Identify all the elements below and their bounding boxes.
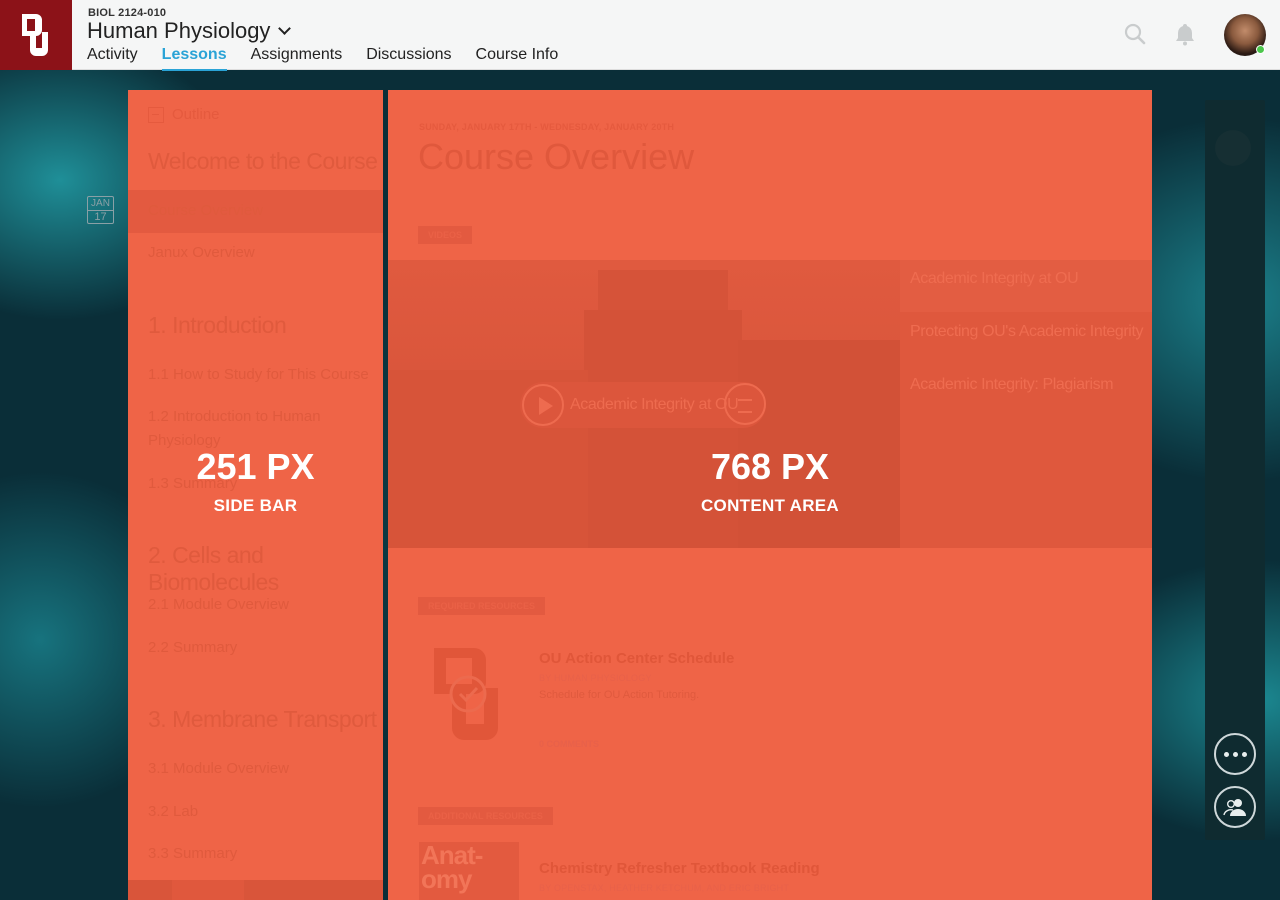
tab-activity[interactable]: Activity: [87, 45, 138, 71]
search-icon[interactable]: [1123, 22, 1147, 46]
rail-placeholder: [1215, 130, 1251, 166]
content-caption: CONTENT AREA: [700, 496, 840, 515]
sidebar-section-title: 1. Introduction: [148, 312, 287, 338]
date-day: 17: [94, 211, 107, 223]
sidebar-section-title: 3. Membrane Transport: [148, 706, 377, 732]
content-area: SUNDAY, JANUARY 17TH - WEDNESDAY, JANUAR…: [388, 90, 1152, 900]
sidebar-item-module-overview[interactable]: 3.1 Module Overview: [148, 757, 373, 781]
sidebar-item-course-overview[interactable]: Course Overview: [148, 199, 373, 223]
chevron-down-icon: [278, 21, 292, 35]
content-width-label: 768 PX: [710, 446, 830, 487]
sidebar-item-how-to-study[interactable]: 1.1 How to Study for This Course: [148, 363, 373, 387]
required-resources-tag: REQUIRED RESOURCES: [418, 597, 546, 615]
tab-lessons[interactable]: Lessons: [161, 45, 227, 71]
course-switcher[interactable]: Human Physiology: [87, 18, 292, 44]
top-header: BIOL 2124-010 Human Physiology Activity …: [0, 0, 1280, 71]
sidebar: Outline Welcome to the Course Course Ove…: [128, 90, 383, 900]
course-title: Human Physiology: [87, 18, 271, 43]
ou-resource-logo-icon: [434, 648, 498, 740]
playlist-item[interactable]: Academic Integrity: Plagiarism: [910, 376, 1114, 394]
ou-logo[interactable]: [0, 0, 72, 70]
more-icon[interactable]: [1214, 733, 1256, 775]
lesson-dates: SUNDAY, JANUARY 17TH - WEDNESDAY, JANUAR…: [419, 122, 675, 132]
resource-title-link[interactable]: Chemistry Refresher Textbook Reading: [539, 860, 820, 877]
resource-author: BY OPENSTAX, HEATHER KETCHUM, AND ERIC B…: [539, 883, 790, 893]
online-status-dot: [1256, 45, 1265, 54]
video-title: Academic Integrity at OU: [570, 396, 739, 413]
sidebar-item-summary[interactable]: 2.2 Summary: [148, 636, 373, 660]
comments-link[interactable]: 0 COMMENTS: [539, 739, 599, 749]
tab-course-info[interactable]: Course Info: [476, 45, 559, 71]
date-month: JAN: [88, 198, 113, 211]
sidebar-item-module-overview[interactable]: 2.1 Module Overview: [148, 593, 373, 617]
bell-icon[interactable]: [1173, 22, 1197, 46]
right-rail: [1205, 100, 1265, 840]
sidebar-section-title: 2. Cells and Biomolecules: [148, 542, 279, 595]
resource-title-link[interactable]: OU Action Center Schedule: [539, 650, 734, 667]
sidebar-item-lab[interactable]: 3.2 Lab: [148, 800, 373, 824]
ou-logo-icon: [22, 14, 48, 56]
sidebar-footer: [128, 880, 383, 900]
additional-resources-tag: ADDITIONAL RESOURCES: [418, 807, 553, 825]
people-glyph: [1223, 799, 1246, 816]
main-nav: Activity Lessons Assignments Discussions…: [87, 45, 582, 71]
calendar-icon: JAN 17: [87, 196, 114, 224]
tab-assignments[interactable]: Assignments: [251, 45, 343, 71]
resource-description: Schedule for OU Action Tutoring.: [539, 689, 700, 701]
playlist-item[interactable]: Protecting OU's Academic Integrity: [910, 323, 1144, 341]
transcript-icon[interactable]: [724, 383, 766, 425]
sidebar-item-summary[interactable]: 3.3 Summary: [148, 842, 373, 866]
videos-tag: VIDEOS: [418, 226, 473, 244]
page-title: Course Overview: [418, 136, 695, 177]
sidebar-caption: SIDE BAR: [213, 496, 298, 515]
sidebar-item-janux-overview[interactable]: Janux Overview: [148, 241, 373, 265]
resource-author: BY HUMAN PHYSIOLOGY: [539, 673, 652, 683]
sidebar-width-label: 251 PX: [196, 446, 315, 487]
play-icon[interactable]: [522, 384, 564, 426]
thumbnail-text: omy: [421, 864, 472, 894]
outline-label: Outline: [172, 106, 220, 123]
tab-discussions[interactable]: Discussions: [366, 45, 451, 71]
textbook-thumbnail[interactable]: Anat- omy: [419, 842, 519, 900]
playlist-item[interactable]: Academic Integrity at OU: [910, 270, 1079, 288]
outline-icon: [148, 106, 164, 123]
sidebar-section-title: Welcome to the Course: [148, 148, 378, 174]
people-icon[interactable]: [1214, 786, 1256, 828]
outline-toggle[interactable]: Outline: [148, 106, 220, 123]
